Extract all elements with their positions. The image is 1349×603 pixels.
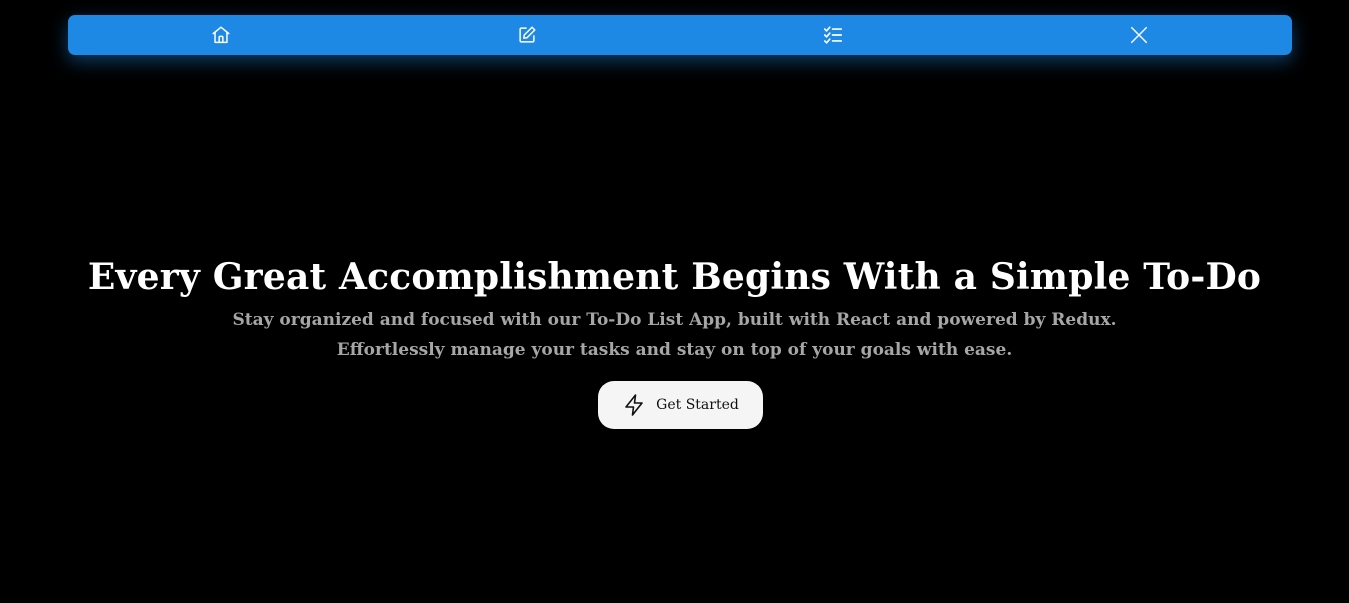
top-navbar <box>68 15 1292 55</box>
get-started-label: Get Started <box>656 397 739 413</box>
hero-section: Every Great Accomplishment Begins With a… <box>0 253 1349 365</box>
nav-add-task-button[interactable] <box>507 15 547 55</box>
edit-icon <box>516 24 538 46</box>
nav-home-button[interactable] <box>201 15 241 55</box>
get-started-button[interactable]: Get Started <box>598 381 763 429</box>
nav-task-list-button[interactable] <box>813 15 853 55</box>
close-icon <box>1128 24 1150 46</box>
hero-title: Every Great Accomplishment Begins With a… <box>87 256 1262 298</box>
lightning-icon <box>622 393 646 417</box>
home-icon <box>210 24 232 46</box>
nav-close-button[interactable] <box>1119 15 1159 55</box>
checklist-icon <box>822 24 844 46</box>
hero-subtitle: Stay organized and focused with our To-D… <box>232 310 1117 360</box>
